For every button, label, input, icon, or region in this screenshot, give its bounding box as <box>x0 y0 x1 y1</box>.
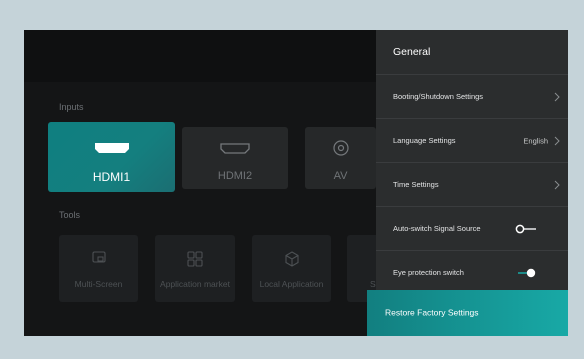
settings-row-label: Auto-switch Signal Source <box>393 223 481 233</box>
settings-row-auto-switch[interactable]: Auto-switch Signal Source <box>376 206 568 250</box>
settings-row-eye-protection[interactable]: Eye protection switch <box>376 250 568 294</box>
settings-row-label: Eye protection switch <box>393 267 464 277</box>
tool-application-market[interactable]: Application market <box>155 235 235 302</box>
inputs-section-label: Inputs <box>59 102 84 112</box>
tool-local-application[interactable]: Local Application <box>252 235 331 302</box>
settings-row-language[interactable]: Language Settings English <box>376 118 568 162</box>
settings-row-label: Language Settings <box>393 135 456 145</box>
tool-label: Application market <box>160 279 230 289</box>
tools-section-label: Tools <box>59 210 81 220</box>
input-tile-label: AV <box>333 170 348 182</box>
hdmi-port-icon <box>220 143 250 154</box>
tv-screen: Inputs HDMI1 HDMI2 AV Tools Multi-Screen <box>24 30 568 336</box>
input-tile-hdmi1[interactable]: HDMI1 <box>48 122 175 192</box>
toggle-switch-on[interactable] <box>517 268 537 278</box>
app-grid-icon <box>187 251 203 267</box>
toggle-switch-off[interactable] <box>515 224 537 234</box>
av-jack-icon <box>332 140 349 156</box>
tool-label: Local Application <box>259 279 324 289</box>
settings-row-label: Booting/Shutdown Settings <box>393 91 484 101</box>
panel-title: General <box>393 46 431 58</box>
hdmi-port-icon <box>94 143 129 153</box>
top-band <box>24 30 376 82</box>
settings-row-time[interactable]: Time Settings <box>376 162 568 206</box>
settings-row-label: Time Settings <box>393 179 439 189</box>
cube-icon <box>284 251 299 267</box>
input-tile-label: HDMI1 <box>92 170 131 184</box>
chevron-right-icon <box>554 92 560 101</box>
chevron-right-icon <box>554 136 560 145</box>
restore-factory-settings-button[interactable]: Restore Factory Settings <box>367 290 568 336</box>
input-tile-hdmi2[interactable]: HDMI2 <box>182 127 288 189</box>
restore-label: Restore Factory Settings <box>385 307 479 318</box>
tool-multi-screen[interactable]: Multi-Screen <box>59 235 138 302</box>
chevron-right-icon <box>554 180 560 189</box>
tool-label: Multi-Screen <box>74 279 123 289</box>
multi-screen-icon <box>91 251 106 263</box>
settings-row-booting-shutdown[interactable]: Booting/Shutdown Settings <box>376 74 568 118</box>
input-tile-av[interactable]: AV <box>305 127 376 189</box>
settings-row-value: English <box>523 136 548 145</box>
input-tile-label: HDMI2 <box>217 170 253 182</box>
